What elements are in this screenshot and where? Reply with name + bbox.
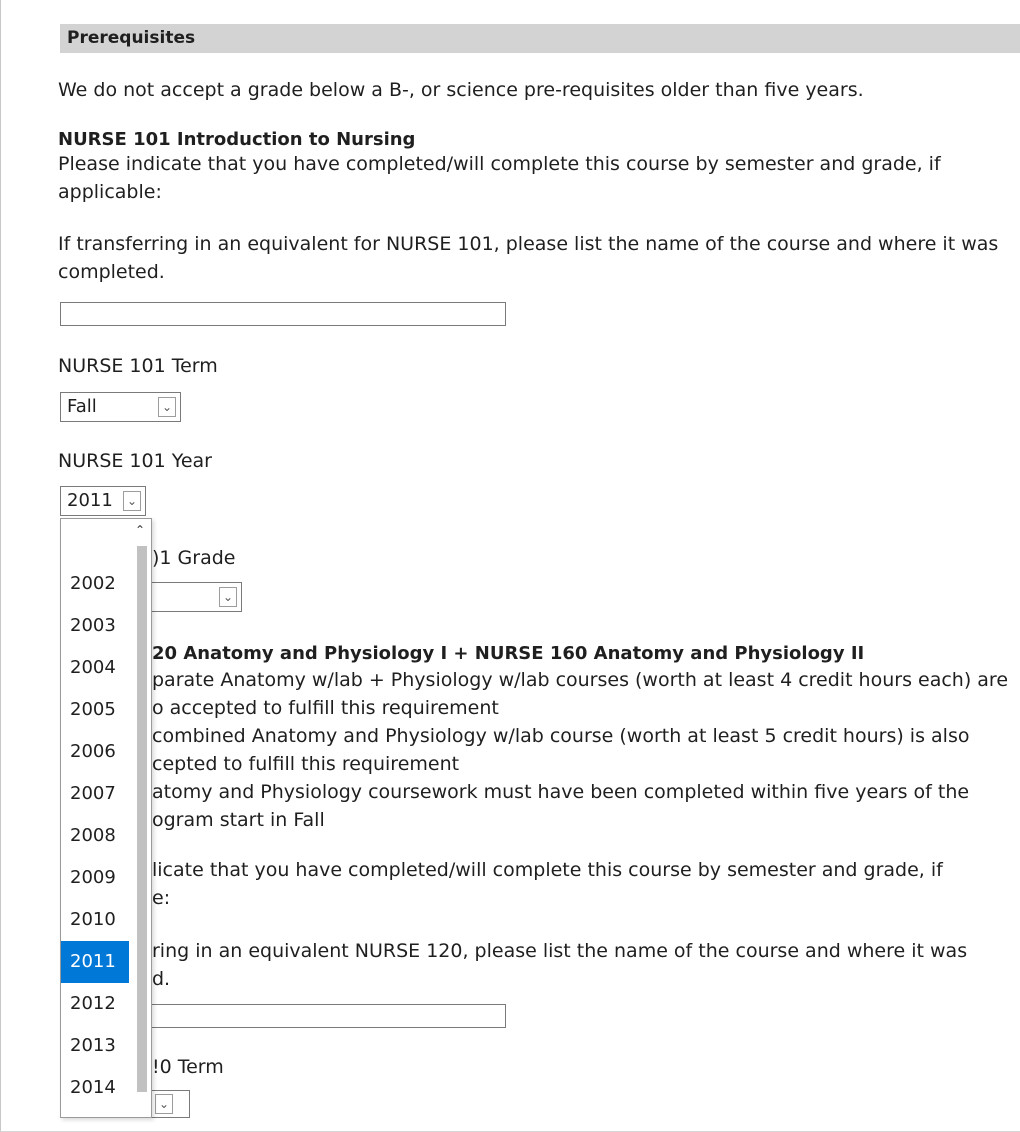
year-options: 2002 2003 2004 2005 2006 2007 2008 2009 2010 2011… (61, 563, 131, 1109)
nurse120-line-4: cepted to fulfill this requirement (152, 753, 460, 775)
nurse120-line-6: ogram start in Fall (152, 809, 325, 831)
nurse101-term-label: NURSE 101 Term (58, 355, 218, 377)
scrollbar-thumb[interactable] (137, 546, 147, 1092)
chevron-down-icon: ⌄ (123, 491, 141, 511)
nurse101-year-value: 2011 (67, 490, 113, 511)
year-option[interactable]: 2014 (61, 1067, 131, 1109)
nurse101-instructions-line1: Please indicate that you have completed/… (58, 153, 941, 175)
chevron-down-icon: ⌄ (219, 587, 237, 607)
year-option[interactable]: 2003 (61, 605, 131, 647)
year-dropdown-list[interactable]: 2002 2003 2004 2005 2006 2007 2008 2009 2010 2011… (60, 518, 152, 1118)
nurse101-grade-label: )1 Grade (152, 547, 236, 569)
nurse120-term-select[interactable]: ⌄ (150, 1090, 190, 1118)
dropdown-scrollbar[interactable]: ⌃ (129, 519, 151, 1117)
section-header: Prerequisites (60, 24, 1020, 53)
nurse120-instructions-line1: licate that you have completed/will comp… (152, 859, 943, 881)
nurse101-term-select[interactable]: Fall ⌄ (60, 392, 181, 422)
nurse120-instructions-line2: e: (152, 887, 171, 909)
chevron-down-icon: ⌄ (155, 1094, 173, 1114)
year-option[interactable]: 2007 (61, 773, 131, 815)
nurse120-line-5: atomy and Physiology coursework must hav… (152, 781, 970, 803)
nurse101-transfer-line2: completed. (58, 261, 165, 283)
nurse101-instructions-line2: applicable: (58, 181, 162, 203)
nurse120-transfer-line1: ring in an equivalent NURSE 120, please … (152, 940, 968, 962)
section-title: Prerequisites (67, 28, 196, 48)
nurse120-transfer-line2: d. (152, 968, 171, 990)
nurse120-heading: 20 Anatomy and Physiology I + NURSE 160 … (152, 643, 865, 664)
year-option[interactable]: 2010 (61, 899, 131, 941)
nurse120-line-1: parate Anatomy w/lab + Physiology w/lab … (152, 669, 1009, 691)
year-option[interactable]: 2006 (61, 731, 131, 773)
nurse120-transfer-input[interactable] (150, 1004, 506, 1028)
nurse120-line-3: combined Anatomy and Physiology w/lab co… (152, 725, 970, 747)
year-option[interactable]: 2012 (61, 983, 131, 1025)
chevron-down-icon: ⌄ (158, 397, 176, 417)
nurse101-term-value: Fall (67, 396, 97, 417)
year-option[interactable]: 2002 (61, 563, 131, 605)
nurse101-transfer-line1: If transferring in an equivalent for NUR… (58, 233, 999, 255)
nurse101-transfer-input[interactable] (60, 302, 506, 326)
window-left-border (0, 0, 1, 1132)
nurse101-year-label: NURSE 101 Year (58, 450, 212, 472)
chevron-up-icon[interactable]: ⌃ (132, 521, 148, 539)
intro-text: We do not accept a grade below a B-, or … (58, 79, 864, 101)
year-option[interactable]: 2009 (61, 857, 131, 899)
nurse120-term-label: !0 Term (152, 1056, 224, 1078)
year-option[interactable]: 2004 (61, 647, 131, 689)
year-option[interactable]: 2011 (61, 941, 131, 983)
nurse101-grade-select[interactable]: ⌄ (150, 582, 242, 612)
year-option[interactable]: 2008 (61, 815, 131, 857)
year-option[interactable]: 2013 (61, 1025, 131, 1067)
nurse120-line-2: o accepted to fulfill this requirement (152, 697, 499, 719)
nurse101-year-select[interactable]: 2011 ⌄ (60, 486, 146, 516)
year-option[interactable]: 2005 (61, 689, 131, 731)
